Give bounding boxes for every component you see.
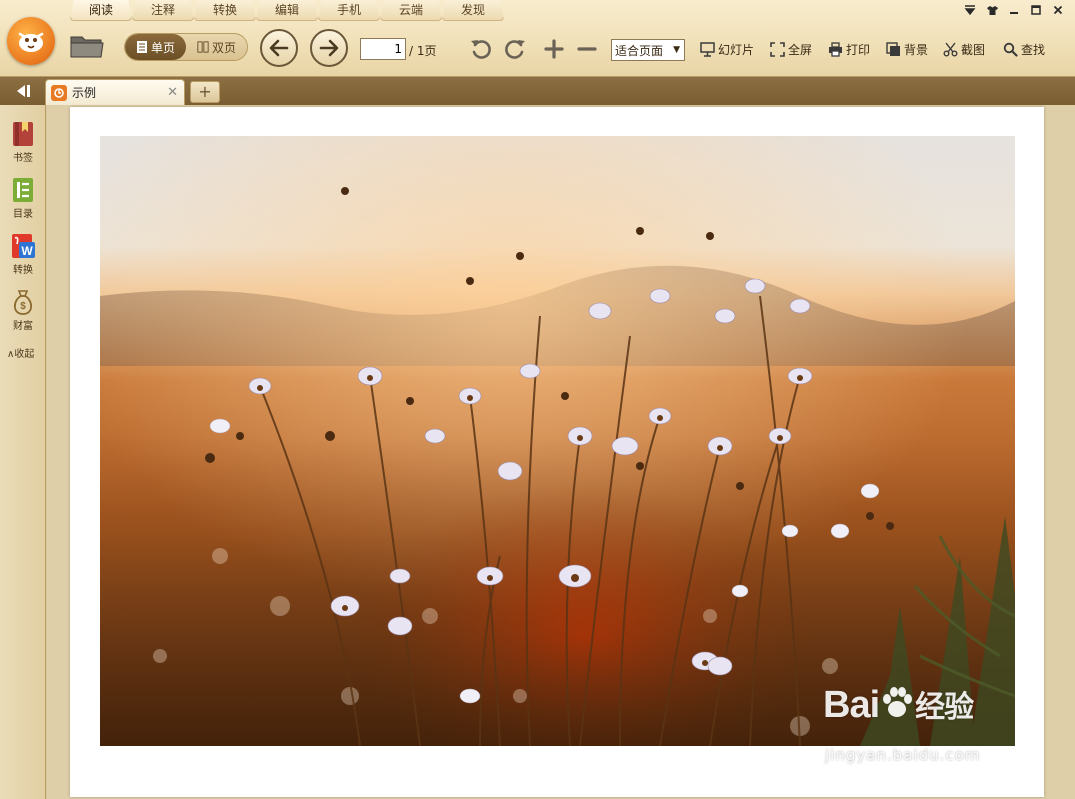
menu-tab-cloud[interactable]: 云端	[380, 0, 442, 21]
chevron-down-icon: ▼	[673, 45, 680, 55]
sidebar-item-bookmarks[interactable]: 书签	[0, 120, 46, 164]
screenshot-label: 截图	[961, 43, 986, 57]
open-file-button[interactable]	[70, 33, 104, 59]
flower-field-photo	[100, 136, 1015, 746]
folder-icon	[70, 36, 104, 58]
search-button[interactable]: 查找	[1003, 41, 1045, 58]
sidebar-item-convert[interactable]: W 转换	[0, 232, 46, 276]
plus-icon	[544, 39, 564, 59]
page-view-toggle: 单页 双页	[124, 33, 248, 61]
page-total-label: / 1页	[409, 44, 437, 58]
skin-icon[interactable]	[981, 2, 1003, 18]
double-page-icon	[197, 41, 209, 53]
search-label: 查找	[1021, 43, 1046, 57]
scissors-icon	[943, 42, 958, 57]
print-label: 打印	[846, 43, 871, 57]
next-page-button[interactable]	[310, 29, 348, 67]
fullscreen-button[interactable]: 全屏	[770, 41, 812, 58]
zoom-out-button[interactable]	[574, 36, 600, 62]
previous-page-button[interactable]	[260, 29, 298, 67]
document-workspace	[47, 105, 1075, 799]
menu-tabs: 阅读 注释 转换 编辑 手机 云端 发现	[70, 0, 504, 21]
close-icon[interactable]	[1047, 2, 1069, 18]
close-tab-icon[interactable]: ✕	[167, 85, 178, 100]
screenshot-button[interactable]: 截图	[943, 41, 985, 58]
document-page	[70, 107, 1044, 797]
zoom-mode-value: 适合页面	[615, 43, 664, 58]
zoom-in-button[interactable]	[541, 36, 567, 62]
search-icon	[1003, 42, 1018, 57]
sidebar-label-wealth: 财富	[13, 321, 33, 332]
menu-dropdown-icon[interactable]	[959, 2, 981, 18]
window-controls	[959, 2, 1069, 18]
slideshow-button[interactable]: 幻灯片	[700, 41, 754, 58]
rotate-cw-icon	[505, 40, 525, 59]
document-tab[interactable]: 示例 ✕	[45, 79, 185, 105]
title-toolbar-area: 阅读 注释 转换 编辑 手机 云端 发现 单页 双页 1 / 1页 适合页面 ▼…	[0, 0, 1075, 77]
single-page-icon	[136, 41, 147, 53]
toc-icon	[13, 178, 33, 202]
sidebar-item-toc[interactable]: 目录	[0, 176, 46, 220]
background-button[interactable]: 背景	[886, 41, 928, 58]
document-file-icon	[51, 84, 67, 101]
svg-text:$: $	[20, 301, 26, 312]
sidebar-collapse-button[interactable]: ∧收起	[7, 345, 34, 360]
sunset-wildflowers-image	[100, 136, 1015, 746]
new-tab-button[interactable]: +	[190, 81, 220, 103]
sidebar-label-bookmarks: 书签	[13, 153, 33, 164]
menu-tab-mobile[interactable]: 手机	[318, 0, 380, 21]
background-icon	[886, 42, 900, 56]
double-page-button[interactable]: 双页	[186, 34, 247, 60]
rotate-left-button[interactable]	[468, 36, 494, 62]
menu-tab-convert[interactable]: 转换	[194, 0, 256, 21]
app-logo[interactable]	[7, 17, 55, 65]
arrow-right-icon	[319, 39, 339, 57]
menu-tab-annotate[interactable]: 注释	[132, 0, 194, 21]
document-tab-title: 示例	[72, 86, 97, 100]
slideshow-label: 幻灯片	[718, 43, 755, 57]
single-page-label: 单页	[150, 40, 175, 55]
maximize-icon[interactable]	[1025, 2, 1047, 18]
slideshow-icon	[700, 42, 715, 57]
collapse-left-icon	[17, 85, 30, 97]
sidebar-label-convert: 转换	[13, 265, 33, 276]
sidebar-label-toc: 目录	[13, 209, 33, 220]
zoom-mode-select[interactable]: 适合页面 ▼	[611, 39, 685, 61]
bird-mascot-icon	[18, 32, 44, 52]
pdf-to-word-icon: W	[12, 234, 35, 258]
sidebar-item-wealth[interactable]: $ 财富	[0, 288, 46, 332]
toggle-sidebar-button[interactable]	[5, 80, 41, 102]
print-button[interactable]: 打印	[828, 41, 870, 58]
money-bag-icon: $	[13, 290, 33, 315]
page-number-input[interactable]	[360, 38, 406, 60]
rotate-ccw-icon	[471, 40, 491, 59]
menu-tab-discover[interactable]: 发现	[442, 0, 504, 21]
double-page-label: 双页	[211, 40, 236, 55]
printer-icon	[829, 42, 842, 57]
left-sidebar: 书签 目录 W 转换 $ 财富 ∧收起	[0, 105, 46, 799]
fullscreen-icon	[770, 42, 785, 57]
document-tab-bar: 示例 ✕ +	[0, 77, 1075, 105]
menu-tab-read[interactable]: 阅读	[70, 0, 132, 21]
minus-icon	[577, 47, 597, 51]
fullscreen-label: 全屏	[788, 43, 813, 57]
menu-tab-edit[interactable]: 编辑	[256, 0, 318, 21]
single-page-button[interactable]: 单页	[125, 34, 186, 60]
background-label: 背景	[904, 43, 929, 57]
minimize-icon[interactable]	[1003, 2, 1025, 18]
arrow-left-icon	[269, 39, 289, 57]
svg-text:W: W	[21, 244, 33, 258]
bookmark-icon	[13, 122, 33, 146]
rotate-right-button[interactable]	[502, 36, 528, 62]
